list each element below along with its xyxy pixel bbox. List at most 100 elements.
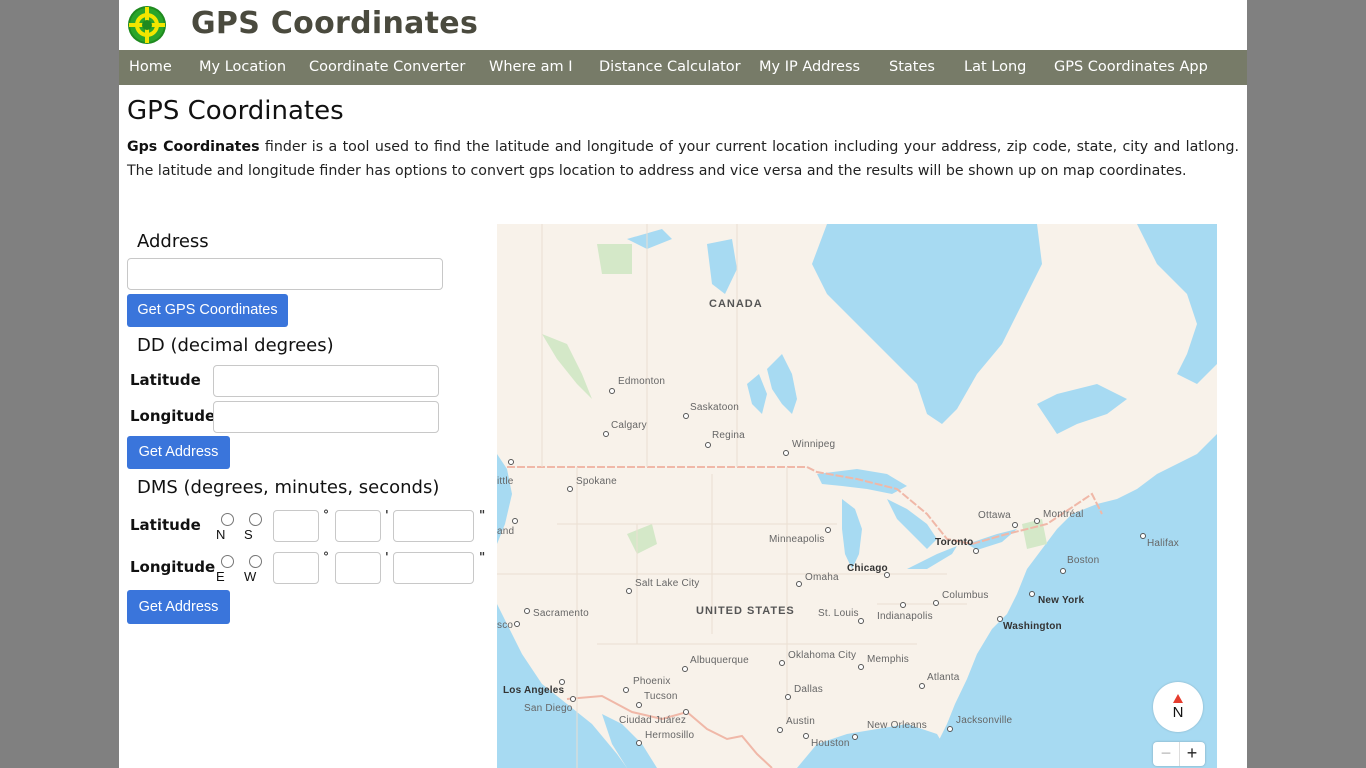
city-marker[interactable] — [858, 618, 864, 624]
degree-symbol: ° — [323, 508, 329, 522]
city-label-ciudad-juarez: Ciudad Juárez — [619, 715, 687, 726]
city-label-phoenix: Phoenix — [633, 676, 671, 687]
city-marker[interactable] — [933, 600, 939, 606]
nav-my-location[interactable]: My Location — [199, 50, 286, 85]
city-label-new-york: New York — [1038, 595, 1085, 606]
dms-lon-minutes-input[interactable] — [335, 552, 381, 584]
city-label-saskatoon: Saskatoon — [690, 402, 740, 413]
city-marker[interactable] — [514, 621, 520, 627]
dms-lat-seconds-input[interactable] — [393, 510, 474, 542]
city-marker[interactable] — [626, 588, 632, 594]
radio-west[interactable] — [249, 555, 262, 568]
page-title: GPS Coordinates — [127, 96, 344, 126]
dms-lat-degrees-input[interactable] — [273, 510, 319, 542]
city-label-edmonton: Edmonton — [618, 376, 666, 387]
dms-latitude-label: Latitude — [130, 516, 201, 534]
intro-paragraph: Gps Coordinates finder is a tool used to… — [127, 135, 1239, 183]
city-marker[interactable] — [919, 683, 925, 689]
city-label-jacksonville: Jacksonville — [956, 715, 1013, 726]
city-label-omaha: Omaha — [805, 572, 839, 583]
dd-get-address-button[interactable]: Get Address — [127, 436, 230, 469]
city-marker[interactable] — [777, 727, 783, 733]
city-label-calgary: Calgary — [611, 420, 647, 431]
nav-coordinate-converter[interactable]: Coordinate Converter — [309, 50, 465, 85]
dms-longitude-label: Longitude — [130, 558, 216, 576]
city-label-seattle-partial: ittle — [497, 476, 514, 487]
nav-lat-long[interactable]: Lat Long — [964, 50, 1026, 85]
city-label-salt-lake-city: Salt Lake City — [635, 578, 700, 589]
city-marker[interactable] — [609, 388, 615, 394]
city-marker[interactable] — [1060, 568, 1066, 574]
second-symbol: " — [479, 550, 486, 564]
second-symbol: " — [479, 508, 486, 522]
dms-lon-degrees-input[interactable] — [273, 552, 319, 584]
zoom-control: − + — [1153, 742, 1205, 766]
city-marker[interactable] — [1034, 518, 1040, 524]
city-label-indianapolis: Indianapolis — [877, 611, 933, 622]
radio-north[interactable] — [221, 513, 234, 526]
nav-distance-calculator[interactable]: Distance Calculator — [599, 50, 741, 85]
city-marker[interactable] — [825, 527, 831, 533]
city-marker[interactable] — [603, 431, 609, 437]
city-marker[interactable] — [779, 660, 785, 666]
minute-symbol: ' — [385, 550, 389, 564]
city-marker[interactable] — [636, 740, 642, 746]
get-gps-coordinates-button[interactable]: Get GPS Coordinates — [127, 294, 288, 327]
dms-lat-minutes-input[interactable] — [335, 510, 381, 542]
city-label-san-francisco-partial: sco — [497, 620, 514, 631]
map[interactable]: CANADA UNITED STATES Edmonton Saskatoon … — [497, 224, 1217, 768]
city-label-halifax: Halifax — [1147, 538, 1179, 549]
dd-latitude-input[interactable] — [213, 365, 439, 397]
nav-where-am-i[interactable]: Where am I — [489, 50, 573, 85]
city-marker[interactable] — [785, 694, 791, 700]
dms-get-address-button[interactable]: Get Address — [127, 590, 230, 624]
city-label-houston: Houston — [811, 738, 850, 749]
nav-gps-coordinates-app[interactable]: GPS Coordinates App — [1054, 50, 1208, 85]
city-marker[interactable] — [570, 696, 576, 702]
page: GPS Coordinates Home My Location Coordin… — [119, 0, 1247, 768]
city-marker[interactable] — [524, 608, 530, 614]
city-marker[interactable] — [636, 702, 642, 708]
city-marker[interactable] — [900, 602, 906, 608]
city-marker[interactable] — [973, 548, 979, 554]
city-marker[interactable] — [803, 733, 809, 739]
city-marker[interactable] — [947, 726, 953, 732]
city-marker[interactable] — [884, 572, 890, 578]
zoom-out-button[interactable]: − — [1153, 742, 1180, 766]
north-arrow-icon — [1173, 694, 1183, 703]
lake-huron — [887, 499, 937, 549]
city-marker[interactable] — [508, 459, 514, 465]
city-marker[interactable] — [852, 734, 858, 740]
nav-my-ip-address[interactable]: My IP Address — [759, 50, 860, 85]
address-input[interactable] — [127, 258, 443, 290]
city-label-los-angeles: Los Angeles — [503, 685, 565, 696]
radio-east[interactable] — [221, 555, 234, 568]
dd-longitude-input[interactable] — [213, 401, 439, 433]
zoom-in-button[interactable]: + — [1179, 742, 1205, 766]
city-marker[interactable] — [1140, 533, 1146, 539]
nav-home[interactable]: Home — [129, 50, 172, 85]
city-marker[interactable] — [567, 486, 573, 492]
city-label-dallas: Dallas — [794, 684, 823, 695]
city-label-oklahoma-city: Oklahoma City — [788, 650, 857, 661]
dms-lon-seconds-input[interactable] — [393, 552, 474, 584]
city-marker[interactable] — [1029, 591, 1035, 597]
city-marker[interactable] — [683, 413, 689, 419]
dms-heading: DMS (degrees, minutes, seconds) — [137, 477, 440, 498]
crosshair-target-icon[interactable] — [127, 5, 167, 45]
nav-states[interactable]: States — [889, 50, 935, 85]
compass-button[interactable]: N — [1153, 682, 1203, 732]
radio-south[interactable] — [249, 513, 262, 526]
city-marker[interactable] — [682, 666, 688, 672]
site-title[interactable]: GPS Coordinates — [191, 6, 478, 41]
city-marker[interactable] — [796, 581, 802, 587]
dd-latitude-label: Latitude — [130, 371, 201, 389]
minute-symbol: ' — [385, 508, 389, 522]
city-marker[interactable] — [1012, 522, 1018, 528]
city-label-memphis: Memphis — [867, 654, 909, 665]
city-marker[interactable] — [512, 518, 518, 524]
city-marker[interactable] — [783, 450, 789, 456]
city-marker[interactable] — [705, 442, 711, 448]
city-marker[interactable] — [623, 687, 629, 693]
city-marker[interactable] — [858, 664, 864, 670]
